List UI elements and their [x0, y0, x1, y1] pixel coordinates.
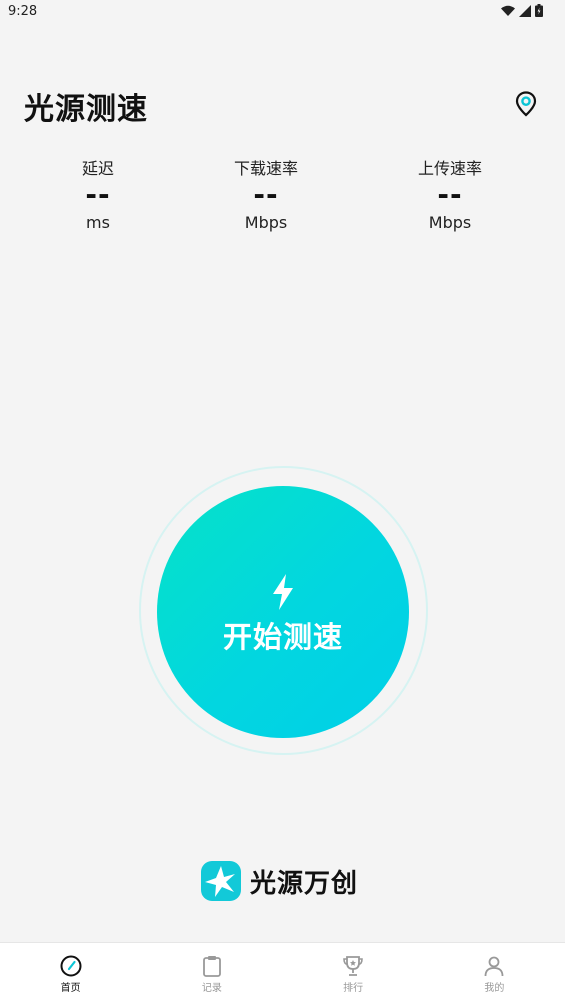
clipboard-icon: [202, 956, 221, 977]
page-title: 光源测速: [24, 92, 148, 127]
speedometer-icon: [60, 955, 82, 977]
brand-mark-icon: [201, 861, 241, 901]
latency-metric: 延迟 -- ms: [18, 158, 178, 233]
nav-label-ranking: 排行: [343, 983, 364, 994]
nav-label-profile: 我的: [484, 983, 505, 994]
lightning-bolt-icon: [273, 574, 293, 610]
nav-item-home[interactable]: 首页: [0, 943, 141, 1004]
upload-unit: Mbps: [428, 213, 472, 232]
status-bar: 9:28: [0, 0, 565, 24]
wifi-icon: [501, 5, 515, 16]
download-metric: 下载速率 -- Mbps: [186, 158, 346, 233]
download-value: --: [253, 178, 279, 211]
upload-value: --: [437, 178, 463, 211]
bottom-navigation: 首页 记录 排行 我的: [0, 942, 565, 1004]
latency-label: 延迟: [81, 159, 114, 178]
speed-test-screen: 9:28 光源测速 延迟 -- ms 下载速率 -- Mbps 上传速率 -- …: [0, 0, 565, 1004]
status-time: 9:28: [8, 4, 38, 19]
nav-item-profile[interactable]: 我的: [424, 943, 565, 1004]
start-test-button[interactable]: 开始测速: [157, 486, 409, 738]
upload-label: 上传速率: [417, 159, 482, 178]
status-icons: [501, 4, 543, 17]
download-unit: Mbps: [244, 213, 288, 232]
download-label: 下载速率: [233, 159, 298, 178]
trophy-icon: [343, 956, 363, 976]
nav-label-home: 首页: [60, 983, 81, 994]
location-button[interactable]: [512, 90, 540, 118]
nav-item-records[interactable]: 记录: [141, 943, 282, 1004]
latency-unit: ms: [86, 213, 110, 232]
latency-value: --: [85, 178, 111, 211]
brand-logo: 光源万创: [200, 860, 358, 902]
battery-icon: [535, 4, 543, 17]
nav-label-records: 记录: [201, 983, 222, 994]
location-pin-icon: [515, 91, 537, 117]
brand-name: 光源万创: [250, 868, 359, 899]
start-test-label: 开始测速: [222, 620, 343, 654]
upload-metric: 上传速率 -- Mbps: [370, 158, 530, 233]
person-icon: [484, 956, 504, 977]
nav-item-ranking[interactable]: 排行: [283, 943, 424, 1004]
signal-icon: [519, 4, 531, 17]
